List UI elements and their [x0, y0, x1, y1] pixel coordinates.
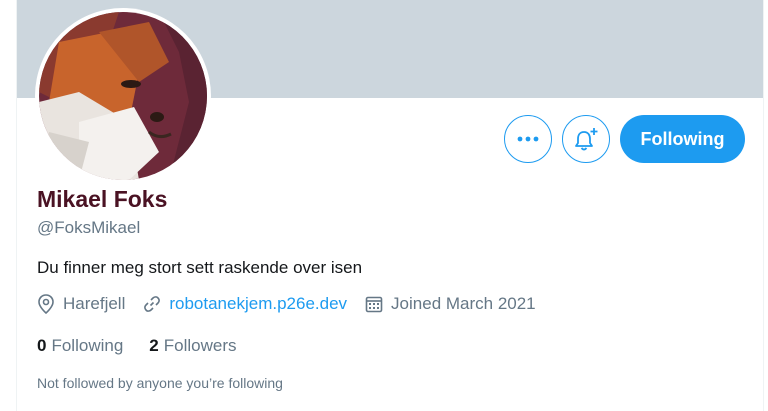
- profile-card: Following Mikael Foks @FoksMikael Du fin…: [16, 0, 764, 411]
- profile-meta: Harefjell robotanekjem.p26e.dev Joined M…: [37, 294, 554, 314]
- profile-stats: 0 Following 2 Followers: [37, 336, 263, 356]
- profile-handle: @FoksMikael: [37, 218, 141, 237]
- joined-item: Joined March 2021: [365, 294, 536, 314]
- link-icon: [144, 296, 161, 312]
- location-text: Harefjell: [63, 294, 126, 313]
- following-stat[interactable]: 0 Following: [37, 336, 123, 356]
- notifications-button[interactable]: [562, 115, 610, 163]
- following-count: 0: [37, 336, 47, 355]
- followers-label: Followers: [163, 336, 237, 355]
- location-pin-icon: [38, 294, 54, 314]
- website-item: robotanekjem.p26e.dev: [143, 294, 347, 314]
- location-item: Harefjell: [37, 294, 125, 314]
- more-button[interactable]: [504, 115, 552, 163]
- calendar-icon: [365, 296, 383, 313]
- following-label: Following: [51, 336, 124, 355]
- fox-avatar-image: [39, 12, 207, 180]
- followed-by-note: Not followed by anyone you’re following: [37, 375, 283, 391]
- followers-count: 2: [149, 336, 159, 355]
- profile-bio: Du finner meg stort sett raskende over i…: [37, 258, 363, 277]
- avatar[interactable]: [39, 12, 207, 180]
- profile-actions: Following: [504, 115, 745, 163]
- joined-text: Joined March 2021: [391, 294, 536, 313]
- followers-stat[interactable]: 2 Followers: [149, 336, 236, 356]
- avatar-frame: [35, 8, 211, 184]
- website-link[interactable]: robotanekjem.p26e.dev: [169, 294, 347, 314]
- more-icon: [517, 136, 539, 142]
- following-button[interactable]: Following: [620, 115, 745, 163]
- profile-name: Mikael Foks: [37, 186, 168, 212]
- bell-plus-icon: [575, 128, 598, 151]
